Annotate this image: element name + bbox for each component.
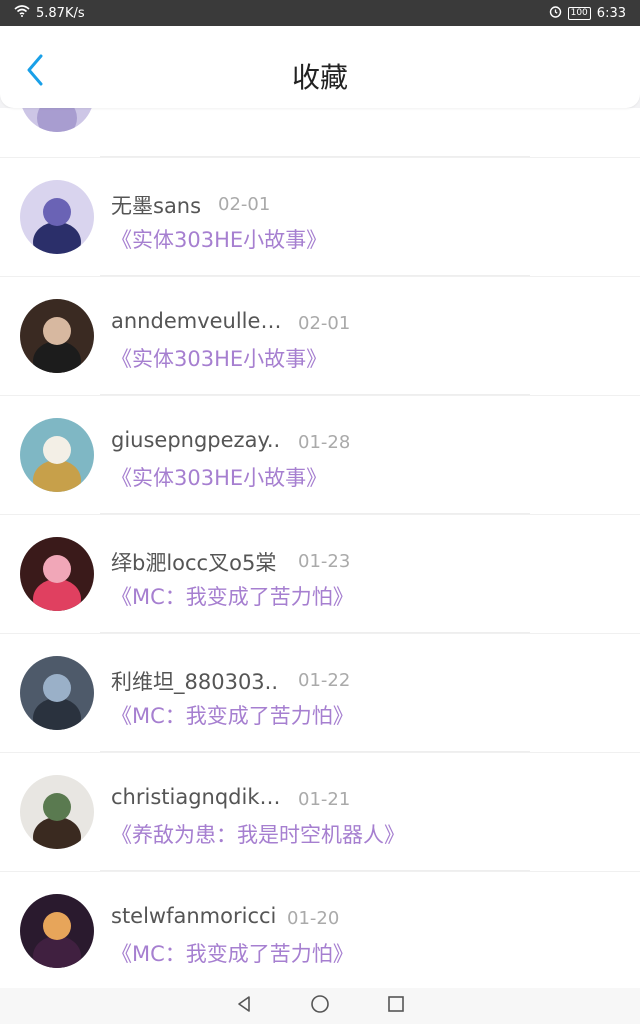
- user-name: anndemveulle…: [111, 309, 282, 333]
- story-link[interactable]: 《实体303HE小故事》: [111, 224, 327, 254]
- story-link[interactable]: 《实体303HE小故事》: [111, 462, 327, 492]
- alarm-icon: [549, 5, 562, 22]
- page-title: 收藏: [291, 61, 348, 94]
- status-bar: 5.87K/s 100 6:33: [0, 0, 640, 26]
- user-name: stelwfanmoricci: [111, 904, 277, 928]
- wifi-icon: [14, 5, 30, 21]
- divider: [100, 751, 530, 752]
- user-name: 无墨sans: [111, 194, 202, 218]
- item-date: 02-01: [298, 313, 351, 334]
- divider: [100, 632, 530, 633]
- nav-recents-button[interactable]: [384, 994, 408, 1018]
- top-app-bar: 收藏: [0, 26, 640, 108]
- list-item[interactable]: 利维坦_880303.. 01-22 《MC：我变成了苦力怕》: [0, 634, 640, 753]
- square-recents-icon: [387, 995, 405, 1017]
- favorites-list[interactable]: 无墨sans 02-01 《实体303HE小故事》 anndemveulle… 02-0…: [0, 108, 640, 988]
- item-date: 01-21: [298, 789, 351, 810]
- user-name: christiagnqdik…: [111, 785, 281, 809]
- network-speed: 5.87K/s: [36, 5, 85, 21]
- list-item[interactable]: stelwfanmoricci 01-20 《MC：我变成了苦力怕》: [0, 872, 640, 988]
- story-link[interactable]: 《实体303HE小故事》: [111, 343, 327, 373]
- list-item[interactable]: 绎b淝locc叉o5棠 01-23 《MC：我变成了苦力怕》: [0, 515, 640, 634]
- story-link[interactable]: 《MC：我变成了苦力怕》: [111, 700, 354, 730]
- divider: [100, 156, 530, 157]
- item-date: 01-23: [298, 551, 351, 572]
- avatar: [20, 656, 94, 730]
- avatar: [20, 894, 94, 968]
- clock: 6:33: [596, 5, 626, 21]
- item-date: 01-20: [287, 908, 340, 929]
- story-link[interactable]: 《MC：我变成了苦力怕》: [111, 938, 354, 968]
- avatar: [20, 108, 94, 132]
- list-item[interactable]: [0, 108, 640, 158]
- item-date: 02-01: [218, 194, 271, 215]
- item-date: 01-22: [298, 670, 351, 691]
- divider: [100, 275, 530, 276]
- divider: [100, 870, 530, 871]
- list-item[interactable]: anndemveulle… 02-01 《实体303HE小故事》: [0, 277, 640, 396]
- nav-home-button[interactable]: [308, 994, 332, 1018]
- item-date: 01-28: [298, 432, 351, 453]
- triangle-back-icon: [235, 995, 253, 1017]
- avatar: [20, 537, 94, 611]
- divider: [100, 513, 530, 514]
- avatar: [20, 418, 94, 492]
- story-link[interactable]: 《养敌为患：我是时空机器人》: [111, 819, 405, 849]
- battery-icon: 100: [567, 6, 591, 20]
- user-name: 绎b淝locc叉o5棠: [111, 551, 277, 575]
- story-link[interactable]: 《MC：我变成了苦力怕》: [111, 581, 354, 611]
- list-item[interactable]: christiagnqdik… 01-21 《养敌为患：我是时空机器人》: [0, 753, 640, 872]
- nav-back-button[interactable]: [232, 994, 256, 1018]
- avatar: [20, 299, 94, 373]
- list-item[interactable]: giusepngpezay.. 01-28 《实体303HE小故事》: [0, 396, 640, 515]
- avatar: [20, 775, 94, 849]
- list-item[interactable]: 无墨sans 02-01 《实体303HE小故事》: [0, 158, 640, 277]
- avatar: [20, 180, 94, 254]
- user-name: 利维坦_880303..: [111, 670, 279, 694]
- circle-home-icon: [310, 994, 330, 1018]
- divider: [100, 394, 530, 395]
- user-name: giusepngpezay..: [111, 428, 281, 452]
- system-navigation-bar: [0, 988, 640, 1024]
